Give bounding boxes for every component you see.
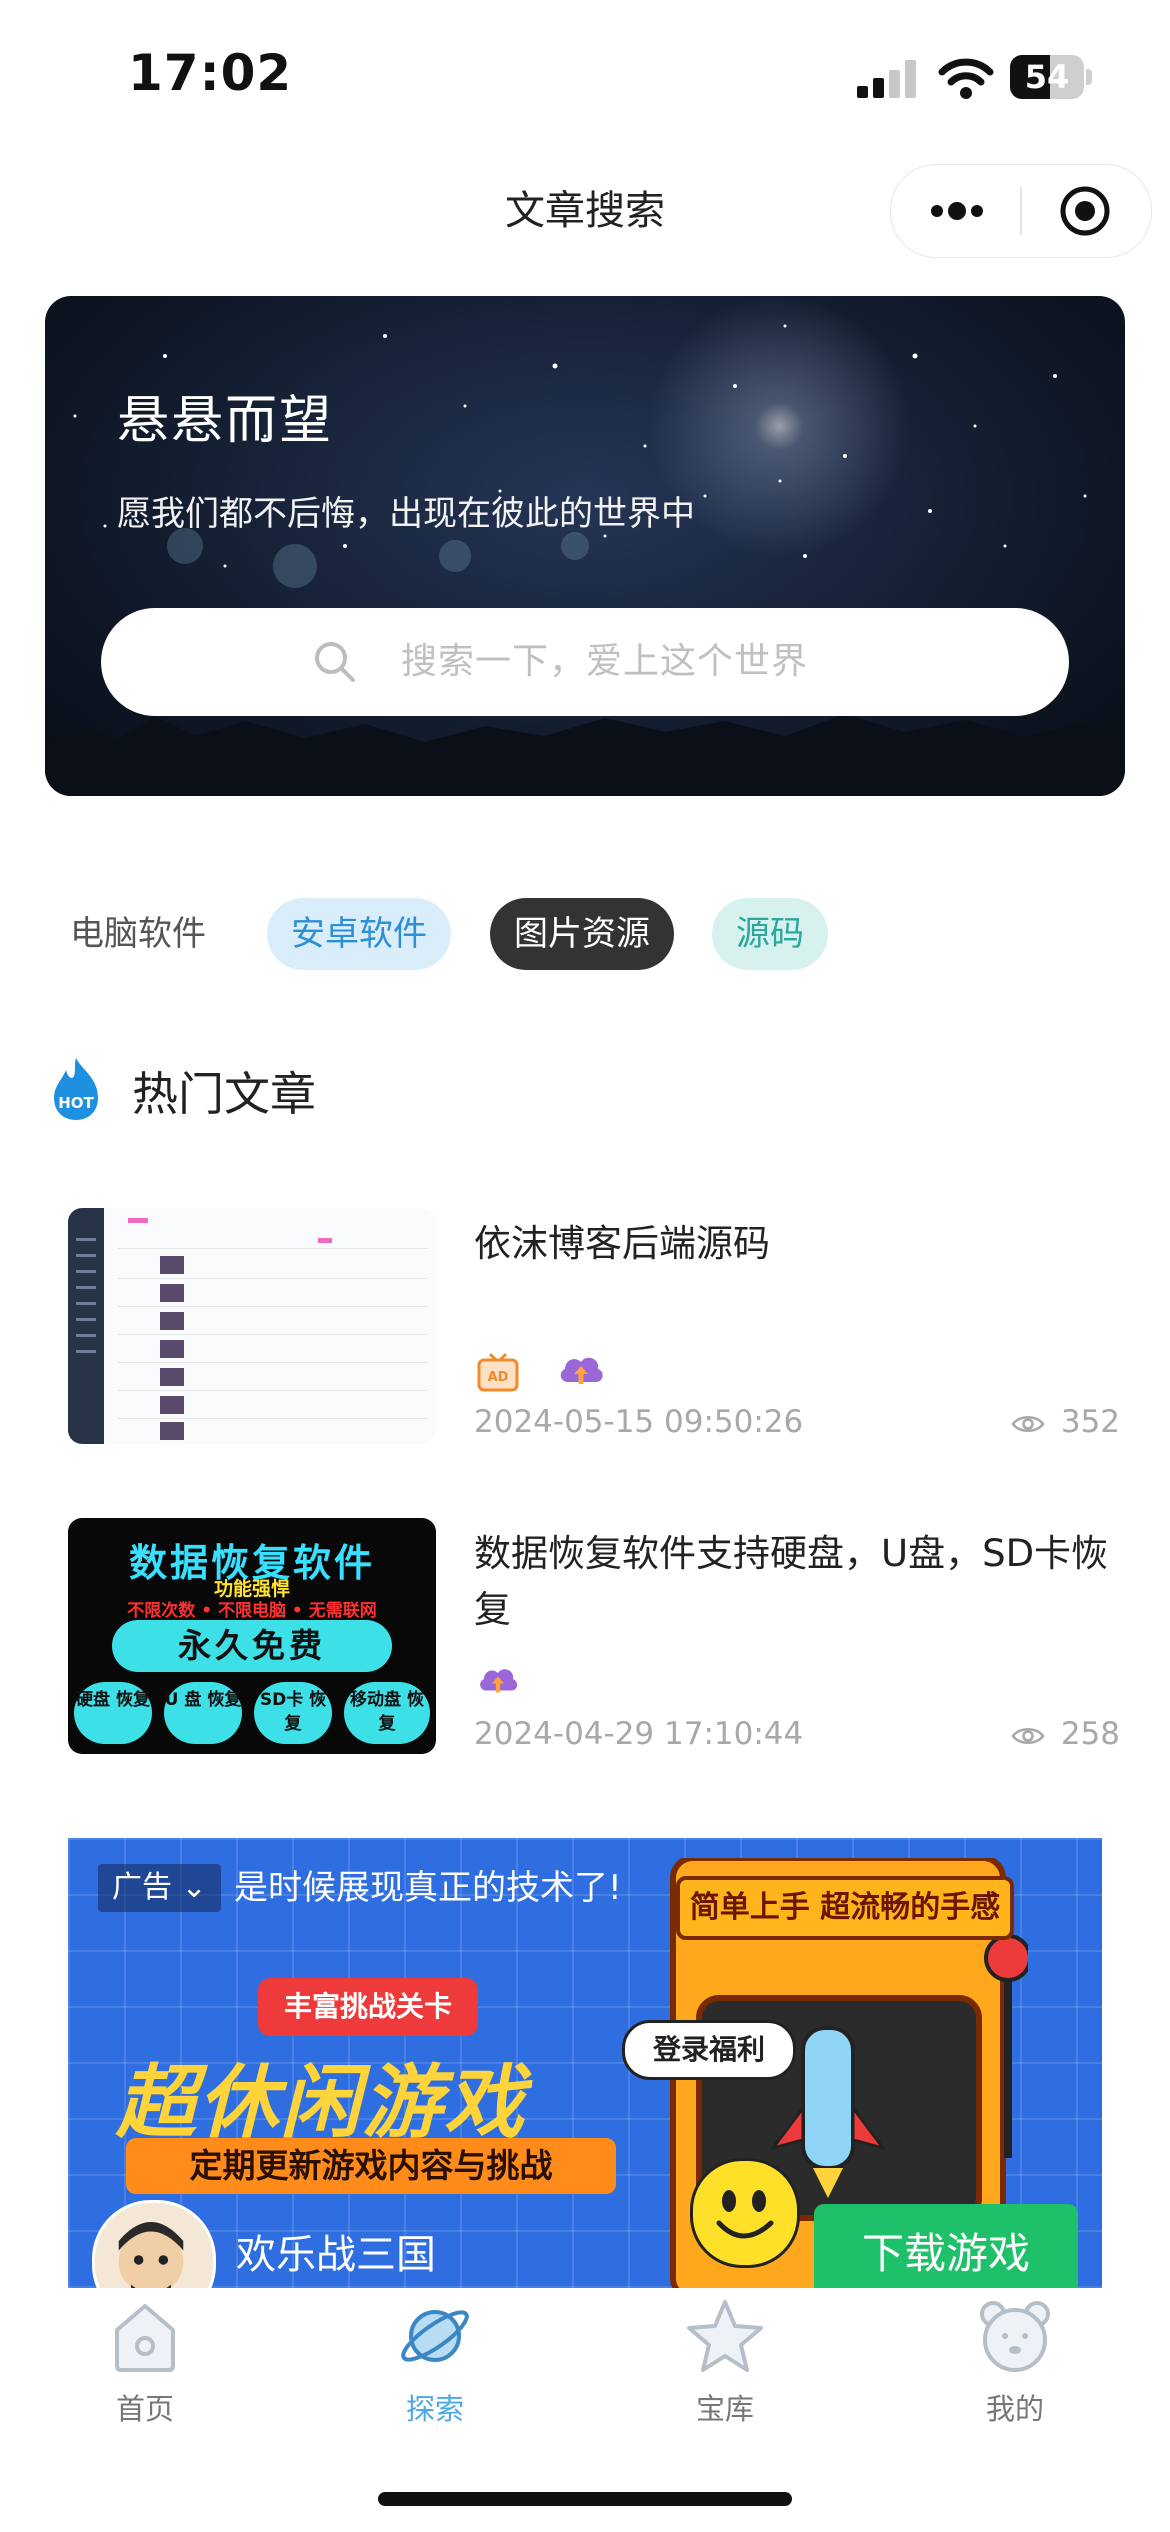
mini-program-capsule — [890, 164, 1152, 258]
more-icon[interactable] — [927, 191, 987, 231]
eye-icon — [1011, 1415, 1045, 1432]
hot-badge-text: HOT — [58, 1094, 94, 1112]
ad-headline: 是时候展现真正的技术了! — [234, 1868, 622, 1908]
status-time: 17:02 — [128, 44, 293, 102]
ad-tag-label: 广告 — [112, 1870, 172, 1905]
article-thumbnail[interactable] — [68, 1208, 436, 1444]
svg-text:AD: AD — [488, 1370, 509, 1385]
hero-title: 悬悬而望 — [117, 391, 334, 451]
cloud-upload-icon — [480, 1669, 518, 1693]
hot-flame-icon: HOT — [54, 1058, 98, 1120]
hero-subtitle: 愿我们都不后悔，出现在彼此的世界中 — [117, 494, 695, 534]
cellular-signal-icon — [857, 58, 919, 98]
view-count: 352 — [1060, 1404, 1120, 1440]
ad-big-text: 超休闲游戏 — [116, 2056, 526, 2149]
section-title: 热门文章 — [132, 1067, 316, 1121]
tab-explore[interactable]: 探索 — [340, 2294, 530, 2428]
smiley-face-icon — [690, 2158, 800, 2268]
wifi-icon — [938, 58, 994, 99]
ad-login-bonus: 登录福利 — [622, 2020, 796, 2080]
ad-feature-tag: 丰富挑战关卡 — [258, 1978, 478, 2036]
search-placeholder: 搜索一下，爱上这个世界 — [401, 641, 809, 682]
ad-app-name: 欢乐战三国 — [236, 2232, 436, 2278]
search-input[interactable]: 搜索一下，爱上这个世界 — [101, 608, 1069, 716]
search-icon — [315, 642, 355, 682]
thumb-circle: U 盘 恢复 — [164, 1682, 242, 1744]
thumb-circle: 移动盘 恢复 — [344, 1682, 430, 1744]
article-views: 258 — [1011, 1716, 1120, 1752]
tab-mine[interactable]: 我的 — [920, 2294, 1110, 2428]
tab-label: 探索 — [405, 2392, 464, 2426]
ad-app-avatar — [92, 2200, 216, 2298]
thumb-circle: SD卡 恢复 — [254, 1682, 332, 1744]
view-count: 258 — [1060, 1716, 1120, 1752]
eye-icon — [1011, 1727, 1045, 1744]
category-chip-image-resources[interactable]: 图片资源 — [490, 898, 674, 970]
article-views: 352 — [1011, 1404, 1120, 1440]
article-date: 2024-05-15 09:50:26 — [474, 1404, 804, 1440]
close-miniprogram-icon[interactable] — [1059, 185, 1111, 237]
star-icon — [687, 2300, 763, 2372]
ad-banner[interactable]: 简单上手 超流畅的手感 丰富挑战关卡 超休闲游戏 定期更新游戏内容与挑战 登录福… — [68, 1838, 1102, 2298]
tab-home[interactable]: 首页 — [50, 2294, 240, 2428]
planet-icon — [401, 2310, 469, 2362]
tab-treasury[interactable]: 宝库 — [630, 2294, 820, 2428]
article-date: 2024-04-29 17:10:44 — [474, 1716, 804, 1752]
tab-label: 我的 — [985, 2392, 1044, 2426]
chevron-down-icon: ⌄ — [172, 1870, 207, 1905]
thumb-pill: 永久免费 — [112, 1620, 392, 1672]
ad-sub-text: 定期更新游戏内容与挑战 — [126, 2138, 616, 2194]
cloud-upload-icon — [560, 1357, 603, 1384]
tab-label: 宝库 — [695, 2392, 754, 2426]
category-chip-source-code[interactable]: 源码 — [712, 898, 828, 970]
battery-level: 54 — [1024, 58, 1070, 96]
download-game-button[interactable]: 下载游戏 — [814, 2204, 1078, 2298]
warrior-face-icon — [118, 2221, 184, 2298]
bear-face-icon — [980, 2301, 1050, 2372]
category-chip-android-software[interactable]: 安卓软件 — [267, 898, 451, 970]
ad-tag[interactable]: 广告 ⌄ — [98, 1864, 221, 1912]
ad-tv-icon: AD — [477, 1352, 519, 1392]
thumb-features: 不限次数 • 不限电脑 • 无需联网 — [127, 1601, 377, 1621]
home-icon — [115, 2304, 175, 2372]
article-title[interactable]: 数据恢复软件支持硬盘，U盘，SD卡恢复 — [474, 1526, 1114, 1638]
thumb-circle: 硬盘 恢复 — [74, 1682, 152, 1744]
article-title[interactable]: 依沫博客后端源码 — [474, 1216, 1114, 1272]
category-chip-pc-software[interactable]: 电脑软件 — [44, 898, 232, 970]
article-thumbnail[interactable]: 数据恢复软件 功能强悍 不限次数 • 不限电脑 • 无需联网 永久免费 硬盘 恢… — [68, 1518, 436, 1754]
hero-banner — [45, 296, 1125, 796]
ad-banner-title: 简单上手 超流畅的手感 — [676, 1876, 1014, 1940]
tab-label: 首页 — [115, 2392, 174, 2426]
battery-icon: 54 — [1010, 55, 1092, 99]
home-indicator — [378, 2492, 792, 2506]
